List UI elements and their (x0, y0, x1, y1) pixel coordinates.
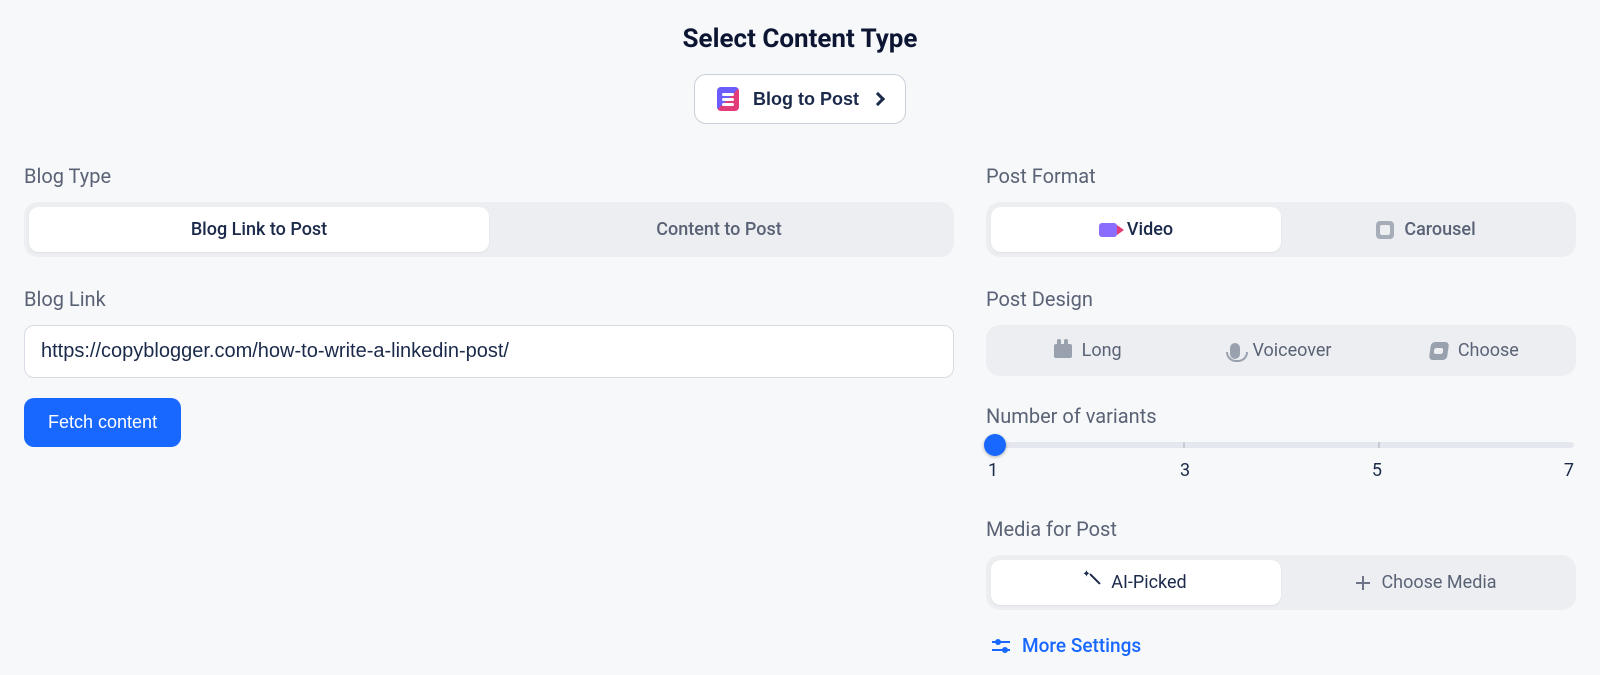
video-icon (1099, 223, 1117, 237)
blog-type-option-link[interactable]: Blog Link to Post (29, 207, 489, 252)
content-type-label: Blog to Post (753, 89, 859, 110)
post-design-label: Post Design (986, 287, 1576, 311)
post-design-option-label: Choose (1458, 340, 1519, 361)
page-title: Select Content Type (24, 24, 1576, 54)
blog-link-label: Blog Link (24, 287, 954, 311)
sliders-icon (992, 639, 1010, 653)
post-design-option-voiceover[interactable]: Voiceover (1184, 330, 1377, 371)
blog-type-toggle: Blog Link to Post Content to Post (24, 202, 954, 257)
document-icon (717, 87, 739, 111)
plus-icon (1355, 575, 1371, 591)
slider-mid1-label: 3 (1180, 460, 1190, 481)
slider-min-label: 1 (988, 460, 998, 481)
post-format-option-video[interactable]: Video (991, 207, 1281, 252)
layers-icon (1429, 342, 1450, 360)
blog-type-option-content[interactable]: Content to Post (489, 207, 949, 252)
slider-max-label: 7 (1564, 460, 1574, 481)
media-option-label: Choose Media (1381, 572, 1496, 593)
clapperboard-icon (1054, 344, 1072, 358)
post-design-toggle: Long Voiceover Choose (986, 325, 1576, 376)
blog-link-input[interactable] (24, 325, 954, 378)
post-format-option-label: Carousel (1404, 219, 1475, 240)
media-label: Media for Post (986, 517, 1576, 541)
post-format-label: Post Format (986, 164, 1576, 188)
fetch-content-button[interactable]: Fetch content (24, 398, 181, 447)
post-format-toggle: Video Carousel (986, 202, 1576, 257)
variants-label: Number of variants (986, 404, 1576, 428)
slider-track (988, 442, 1574, 448)
blog-type-option-label: Content to Post (656, 219, 781, 240)
chevron-right-icon (871, 92, 885, 106)
slider-thumb[interactable] (984, 434, 1006, 456)
media-option-label: AI-Picked (1111, 572, 1186, 593)
more-settings-link[interactable]: More Settings (992, 634, 1576, 657)
variants-slider[interactable]: 1 3 5 7 (988, 442, 1574, 481)
microphone-icon (1230, 343, 1240, 359)
slider-tick (1183, 442, 1185, 448)
blog-type-option-label: Blog Link to Post (191, 219, 327, 240)
content-type-selector-wrap: Blog to Post (24, 74, 1576, 124)
media-option-choose[interactable]: Choose Media (1281, 560, 1571, 605)
post-format-option-carousel[interactable]: Carousel (1281, 207, 1571, 252)
slider-labels: 1 3 5 7 (988, 460, 1574, 481)
more-settings-label: More Settings (1022, 634, 1141, 657)
media-option-ai[interactable]: AI-Picked (991, 560, 1281, 605)
magic-wand-icon (1085, 575, 1101, 591)
slider-tick (1378, 442, 1380, 448)
content-type-button[interactable]: Blog to Post (694, 74, 906, 124)
slider-mid2-label: 5 (1372, 460, 1382, 481)
media-toggle: AI-Picked Choose Media (986, 555, 1576, 610)
post-format-option-label: Video (1127, 219, 1173, 240)
post-design-option-long[interactable]: Long (991, 330, 1184, 371)
post-design-option-label: Voiceover (1252, 340, 1331, 361)
carousel-icon (1376, 221, 1394, 239)
post-design-option-choose[interactable]: Choose (1378, 330, 1571, 371)
blog-type-label: Blog Type (24, 164, 954, 188)
post-design-option-label: Long (1082, 340, 1122, 361)
